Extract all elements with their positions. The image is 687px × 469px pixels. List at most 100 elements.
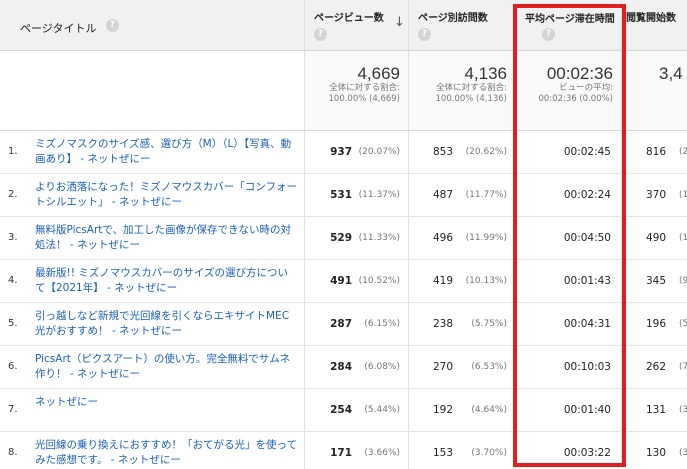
row-number: 1.	[8, 146, 18, 157]
page-title-link[interactable]: よりお洒落になった！ミズノマウスカバー「コンフォートシルエット」 - ネットぜに…	[35, 180, 297, 210]
pageviews-value: 531	[330, 189, 352, 201]
pageviews-percent: (6.08%)	[364, 362, 400, 372]
help-icon[interactable]: ?	[106, 19, 119, 32]
unique-pageviews-percent: (3.70%)	[471, 448, 507, 458]
row-unique-pageviews-cell: 496 (11.99%)	[409, 217, 516, 259]
row-pageviews-cell: 171 (3.66%)	[305, 432, 409, 469]
avg-time-value: 00:02:24	[563, 189, 611, 201]
entrances-percent: (23	[679, 147, 687, 157]
row-avg-time-cell: 00:04:31	[516, 303, 622, 345]
table-row: 8. 光回線の乗り換えにおすすめ！「おてがる光」を使ってみた感想です。 - ネット…	[0, 432, 687, 469]
entrances-value: 370	[646, 189, 667, 201]
unique-pageviews-value: 487	[432, 189, 453, 201]
row-entrances-cell: 490 (14	[622, 217, 687, 259]
table-row: 2. よりお洒落になった！ミズノマウスカバー「コンフォートシルエット」 - ネット…	[0, 174, 687, 217]
row-title-cell: 8. 光回線の乗り換えにおすすめ！「おてがる光」を使ってみた感想です。 - ネット…	[0, 432, 305, 469]
unique-pageviews-value: 192	[432, 404, 453, 416]
table-row: 6. PicsArt（ピクスアート）の使い方。完全無料でサムネ作り！ - ネットぜ…	[0, 346, 687, 389]
entrances-percent: (3	[679, 448, 687, 458]
totals-entrances: 3,4	[622, 51, 687, 130]
row-number: 6.	[8, 361, 18, 372]
row-number: 3.	[8, 232, 18, 243]
avg-time-value: 00:02:45	[563, 146, 611, 158]
entrances-percent: (7	[679, 362, 687, 372]
pageviews-value: 171	[330, 447, 352, 459]
table-row: 5. 引っ越しなど新規で光回線を引くならエキサイトMEC光がおすすめ！ - ネット…	[0, 303, 687, 346]
page-title-link[interactable]: 無料版PicsArtで、加工した画像が保存できない時の対処法！ - ネットぜにー	[35, 223, 297, 253]
table-row: 3. 無料版PicsArtで、加工した画像が保存できない時の対処法！ - ネットぜ…	[0, 217, 687, 260]
pageviews-value: 937	[330, 146, 352, 158]
pageviews-value: 491	[330, 275, 352, 287]
column-header-avg-time[interactable]: 平均ページ滞在時間 ?	[516, 0, 622, 50]
unique-pageviews-value: 153	[432, 447, 453, 459]
unique-pageviews-percent: (20.62%)	[465, 147, 507, 157]
pageviews-percent: (6.15%)	[364, 319, 400, 329]
avg-time-value: 00:03:22	[563, 447, 611, 459]
pageviews-value: 287	[330, 318, 352, 330]
entrances-value: 490	[646, 232, 667, 244]
totals-entrances-value: 3,4	[659, 64, 683, 83]
row-title-cell: 4. 最新版!! ミズノマウスカバーのサイズの選び方について【2021年】 - ネ…	[0, 260, 305, 302]
totals-pageviews-sub: 全体に対する割合: 100.00% (4,669)	[328, 83, 401, 104]
page-title-link[interactable]: 最新版!! ミズノマウスカバーのサイズの選び方について【2021年】 - ネット…	[35, 266, 297, 296]
unique-pageviews-percent: (11.99%)	[465, 233, 507, 243]
unique-pageviews-value: 270	[432, 361, 453, 373]
entrances-value: 131	[646, 404, 667, 416]
row-pageviews-cell: 287 (6.15%)	[305, 303, 409, 345]
unique-pageviews-percent: (4.64%)	[471, 405, 507, 415]
row-title-cell: 2. よりお洒落になった！ミズノマウスカバー「コンフォートシルエット」 - ネット…	[0, 174, 305, 216]
row-entrances-cell: 196 (5	[622, 303, 687, 345]
table-row: 1. ミズノマスクのサイズ感、選び方（M）（L）【写真、動画あり】 - ネットぜに…	[0, 131, 687, 174]
row-number: 8.	[8, 447, 18, 458]
row-number: 2.	[8, 189, 18, 200]
pageviews-percent: (3.66%)	[364, 448, 400, 458]
row-number: 4.	[8, 275, 18, 286]
entrances-value: 262	[646, 361, 667, 373]
entrances-value: 345	[646, 275, 667, 287]
row-entrances-cell: 345 (9	[622, 260, 687, 302]
totals-avg-time-value: 00:02:36	[546, 64, 613, 83]
sort-descending-icon[interactable]: ↓	[394, 15, 405, 30]
unique-pageviews-percent: (5.75%)	[471, 319, 507, 329]
totals-pageviews-value: 4,669	[357, 64, 400, 83]
column-header-pageviews[interactable]: ページビュー数 ↓ ?	[305, 0, 409, 50]
avg-time-value: 00:01:43	[563, 275, 611, 287]
pageviews-percent: (20.07%)	[358, 147, 400, 157]
row-pageviews-cell: 531 (11.37%)	[305, 174, 409, 216]
table-row: 4. 最新版!! ミズノマウスカバーのサイズの選び方について【2021年】 - ネ…	[0, 260, 687, 303]
row-pageviews-cell: 491 (10.52%)	[305, 260, 409, 302]
unique-pageviews-value: 238	[432, 318, 453, 330]
page-title-link[interactable]: ネットぜにー	[35, 395, 297, 410]
row-pageviews-cell: 529 (11.33%)	[305, 217, 409, 259]
totals-title-cell	[0, 51, 305, 130]
page-title-link[interactable]: 引っ越しなど新規で光回線を引くならエキサイトMEC光がおすすめ！ - ネットぜに…	[35, 309, 297, 339]
avg-time-value: 00:10:03	[563, 361, 611, 373]
help-icon[interactable]: ?	[314, 28, 327, 41]
row-title-cell: 5. 引っ越しなど新規で光回線を引くならエキサイトMEC光がおすすめ！ - ネット…	[0, 303, 305, 345]
row-unique-pageviews-cell: 238 (5.75%)	[409, 303, 516, 345]
column-header-entrances[interactable]: 閲覧開始数	[622, 0, 687, 50]
totals-unique-pageviews-value: 4,136	[464, 64, 507, 83]
totals-unique-pageviews: 4,136 全体に対する割合: 100.00% (4,136)	[409, 51, 516, 130]
entrances-value: 130	[646, 447, 667, 459]
page-title-link[interactable]: PicsArt（ピクスアート）の使い方。完全無料でサムネ作り！ - ネットぜにー	[35, 352, 297, 382]
column-header-title[interactable]: ページタイトル ?	[0, 0, 305, 50]
entrances-value: 816	[646, 146, 667, 158]
column-header-pageviews-label: ページビュー数	[314, 13, 384, 24]
row-avg-time-cell: 00:10:03	[516, 346, 622, 388]
row-title-cell: 7. ネットぜにー	[0, 389, 305, 431]
avg-time-value: 00:04:50	[563, 232, 611, 244]
table-header: ページタイトル ? ページビュー数 ↓ ? ページ別訪問数 ? 平均ページ滞在時…	[0, 0, 687, 51]
row-number: 7.	[8, 404, 18, 415]
row-avg-time-cell: 00:03:22	[516, 432, 622, 469]
help-icon[interactable]: ?	[542, 28, 555, 41]
page-title-link[interactable]: ミズノマスクのサイズ感、選び方（M）（L）【写真、動画あり】 - ネットぜにー	[35, 137, 297, 167]
page-title-link[interactable]: 光回線の乗り換えにおすすめ！「おてがる光」を使ってみた感想です。 - ネットぜに…	[35, 438, 297, 468]
row-unique-pageviews-cell: 419 (10.13%)	[409, 260, 516, 302]
entrances-value: 196	[646, 318, 667, 330]
row-avg-time-cell: 00:01:40	[516, 389, 622, 431]
help-icon[interactable]: ?	[418, 28, 431, 41]
row-unique-pageviews-cell: 153 (3.70%)	[409, 432, 516, 469]
row-avg-time-cell: 00:01:43	[516, 260, 622, 302]
column-header-unique-pageviews[interactable]: ページ別訪問数 ?	[409, 0, 516, 50]
